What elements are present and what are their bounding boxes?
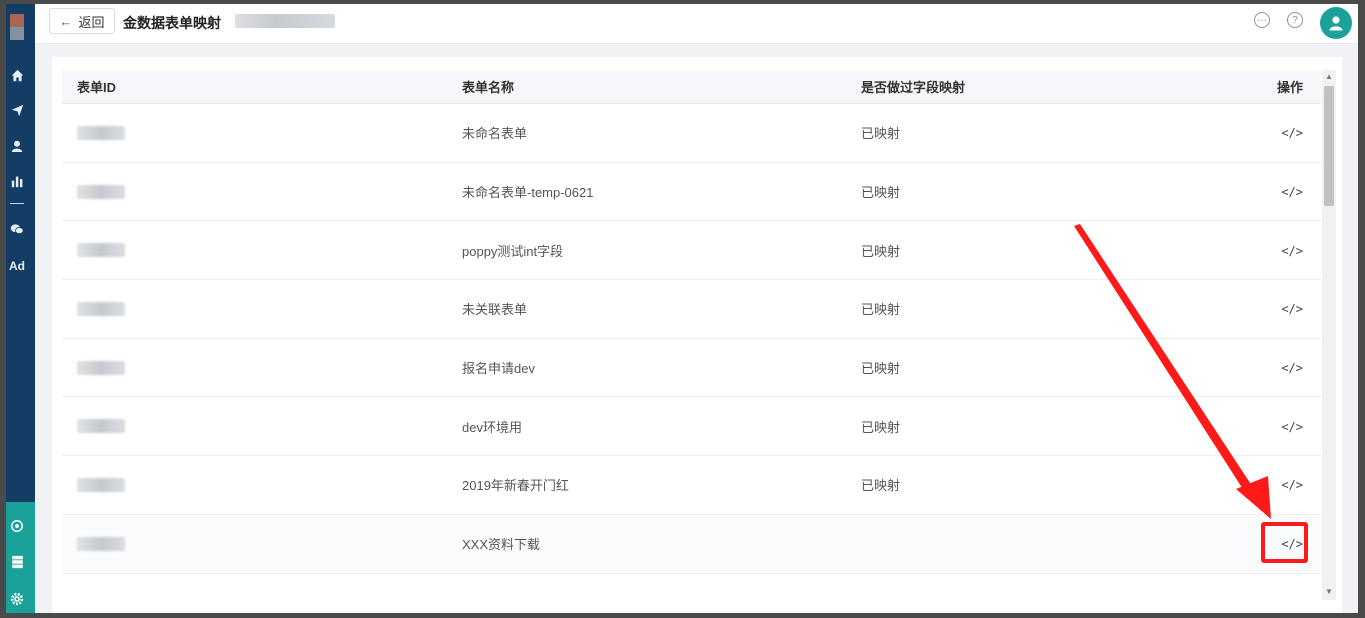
mapped-status: 已映射 (861, 302, 901, 318)
scroll-up-icon[interactable]: ▲ (1325, 72, 1333, 81)
redacted-form-id (77, 243, 125, 258)
code-icon[interactable]: </> (1281, 420, 1303, 434)
table-row: 2019年新春开门红 已映射 </> (62, 456, 1321, 515)
user-avatar-icon (1329, 16, 1343, 31)
form-name: 未命名表单 (462, 126, 528, 142)
wechat-icon[interactable] (6, 218, 28, 240)
app-window: Ad ← 返回 金数据表单映射 ··· ? 表单ID 表单名称 是否做过字段映射… (6, 4, 1358, 613)
highlight-box (1261, 522, 1308, 563)
mapped-status: 已映射 (861, 126, 901, 142)
mapped-status: 已映射 (861, 361, 901, 377)
table-header: 表单ID 表单名称 是否做过字段映射 操作 (62, 70, 1321, 104)
mapped-status: 已映射 (861, 419, 901, 435)
form-name: 报名申请dev (462, 361, 535, 377)
code-icon[interactable]: </> (1281, 126, 1303, 140)
redacted-form-id (77, 419, 125, 434)
redacted-title (235, 14, 335, 28)
mapped-status: 已映射 (861, 478, 901, 494)
home-icon[interactable] (6, 64, 28, 86)
send-icon[interactable] (6, 99, 28, 121)
form-name: poppy测试int字段 (462, 243, 564, 259)
redacted-form-id (77, 301, 125, 316)
code-icon[interactable]: </> (1281, 361, 1303, 375)
user-icon[interactable] (6, 135, 28, 157)
sidebar-divider (10, 203, 24, 204)
server-icon[interactable] (6, 551, 28, 573)
header-mapped: 是否做过字段映射 (861, 80, 966, 95)
form-name: 2019年新春开门红 (462, 478, 569, 494)
mapped-status: 已映射 (861, 185, 901, 201)
form-name: 未命名表单-temp-0621 (462, 185, 594, 201)
logo (10, 14, 24, 40)
gear-icon[interactable] (6, 588, 28, 610)
help-icon[interactable]: ? (1287, 12, 1303, 28)
arrow-left-icon: ← (59, 13, 73, 29)
content-card: 表单ID 表单名称 是否做过字段映射 操作 未命名表单 已映射 </> 未命名表… (52, 57, 1342, 613)
ad-label: Ad (9, 259, 25, 273)
table-row: 未命名表单 已映射 </> (62, 104, 1321, 163)
network-icon[interactable] (6, 515, 28, 537)
header-form-name: 表单名称 (462, 80, 515, 95)
sidebar-bottom-panel (6, 502, 35, 613)
redacted-form-id (77, 360, 125, 375)
chart-icon[interactable] (6, 170, 28, 192)
ad-icon[interactable]: Ad (6, 255, 28, 277)
table-row: dev环境用 已映射 </> (62, 397, 1321, 457)
redacted-form-id (77, 477, 125, 492)
back-label: 返回 (78, 14, 105, 30)
sidebar: Ad (6, 4, 35, 613)
forms-table: 表单ID 表单名称 是否做过字段映射 操作 未命名表单 已映射 </> 未命名表… (62, 70, 1321, 574)
form-name: 未关联表单 (462, 302, 528, 318)
page-title: 金数据表单映射 (123, 15, 221, 31)
code-icon[interactable]: </> (1281, 478, 1303, 492)
table-row: 报名申请dev 已映射 </> (62, 339, 1321, 398)
scroll-thumb[interactable] (1324, 86, 1334, 206)
code-icon[interactable]: </> (1281, 244, 1303, 258)
code-icon[interactable]: </> (1281, 302, 1303, 316)
table-row: XXX资料下载 </> (62, 514, 1321, 574)
chat-icon[interactable]: ··· (1254, 12, 1270, 28)
redacted-form-id (77, 536, 125, 551)
vertical-scrollbar[interactable]: ▲ ▼ (1322, 70, 1336, 600)
form-name: dev环境用 (462, 419, 522, 435)
top-header: ← 返回 金数据表单映射 ··· ? (35, 4, 1358, 44)
table-row: 未关联表单 已映射 </> (62, 280, 1321, 339)
avatar[interactable] (1320, 7, 1352, 39)
code-icon[interactable]: </> (1281, 185, 1303, 199)
form-name: XXX资料下载 (462, 537, 541, 553)
header-action: 操作 (1276, 80, 1303, 95)
table-row: 未命名表单-temp-0621 已映射 </> (62, 163, 1321, 222)
back-button[interactable]: ← 返回 (49, 8, 115, 34)
header-form-id: 表单ID (77, 80, 117, 95)
redacted-form-id (77, 125, 125, 140)
redacted-form-id (77, 184, 125, 199)
scroll-down-icon[interactable]: ▼ (1325, 587, 1333, 596)
table-row: poppy测试int字段 已映射 </> (62, 221, 1321, 281)
mapped-status: 已映射 (861, 243, 901, 259)
